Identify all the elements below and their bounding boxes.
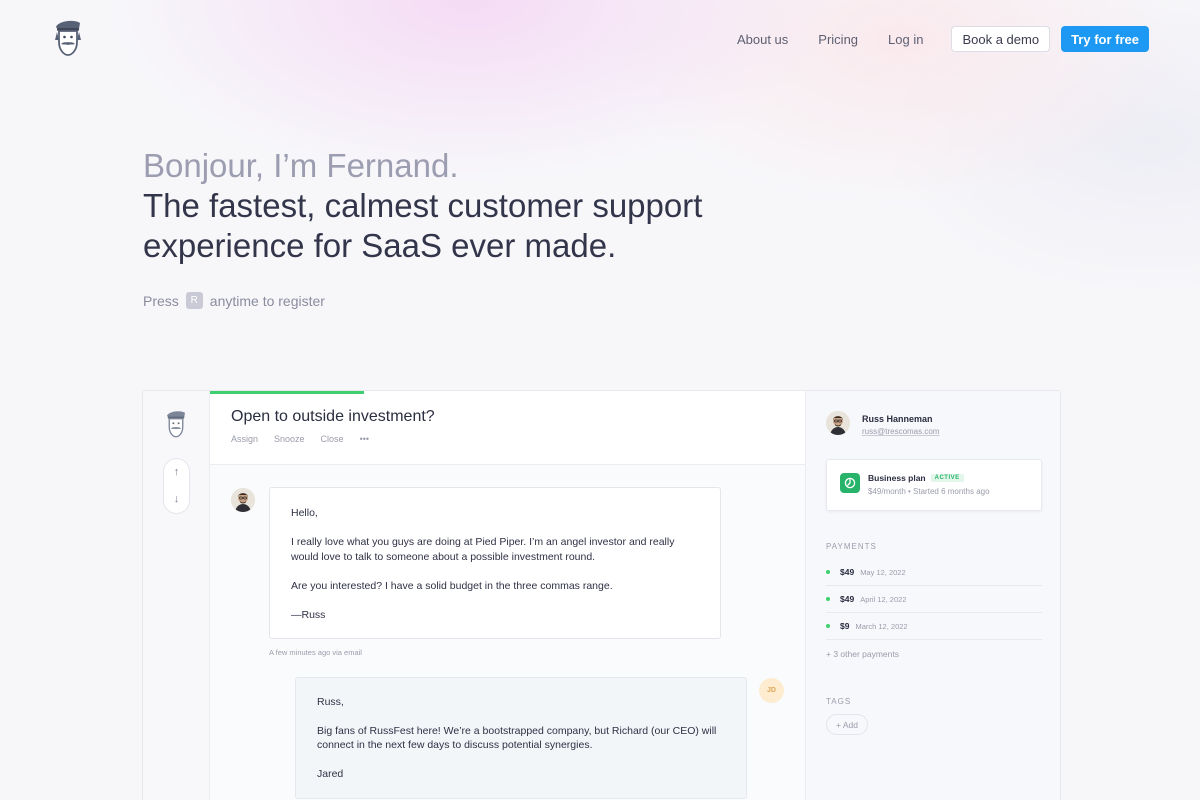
progress-bar xyxy=(210,391,364,394)
add-tag-button[interactable]: + Add xyxy=(826,714,868,735)
nav-pricing-link[interactable]: Pricing xyxy=(818,32,858,47)
agent-reply: Russ, Big fans of RussFest here! We’re a… xyxy=(295,677,747,799)
payment-date: May 12, 2022 xyxy=(860,567,906,577)
register-hint: Press R anytime to register xyxy=(143,292,843,309)
payment-row[interactable]: $49 May 12, 2022 xyxy=(826,559,1042,586)
hero-headline-line2: experience for SaaS ever made. xyxy=(143,227,617,264)
plan-icon xyxy=(840,473,860,493)
tags-label: TAGS xyxy=(826,697,852,706)
payment-amount: $49 xyxy=(840,594,855,604)
message-greeting: Hello, xyxy=(291,507,318,519)
nav-about-link[interactable]: About us xyxy=(737,32,788,47)
arrow-down-icon[interactable]: ↓ xyxy=(174,494,180,505)
customer-email[interactable]: russ@trescomas.com xyxy=(862,427,939,436)
payment-status-dot xyxy=(826,570,830,574)
message-meta: A few minutes ago via email xyxy=(269,648,362,657)
payment-status-dot xyxy=(826,624,830,628)
customer-message: Hello, I really love what you guys are d… xyxy=(269,487,721,639)
payment-row[interactable]: $9 March 12, 2022 xyxy=(826,613,1042,640)
customer-name: Russ Hanneman xyxy=(862,414,933,424)
app-preview: ↑ ↓ Open to outside investment? Assign S… xyxy=(142,390,1061,800)
snooze-action[interactable]: Snooze xyxy=(274,434,305,444)
try-free-button[interactable]: Try for free xyxy=(1061,26,1149,52)
app-rail: ↑ ↓ xyxy=(143,391,210,800)
conversation-panel: Open to outside investment? Assign Snooz… xyxy=(210,391,805,800)
reply-signoff: Jared xyxy=(317,767,344,780)
conversation-header: Open to outside investment? Assign Snooz… xyxy=(210,391,805,465)
conversation-title: Open to outside investment? xyxy=(231,408,435,425)
payment-amount: $9 xyxy=(840,621,850,631)
register-hint-prefix: Press xyxy=(143,292,179,309)
hero-greeting: Bonjour, I’m Fernand. xyxy=(143,147,459,184)
nav-login-link[interactable]: Log in xyxy=(888,32,923,47)
rail-logo-icon xyxy=(164,409,188,439)
plan-card[interactable]: Business plan ACTIVE $49/month • Started… xyxy=(826,459,1042,511)
hero: Bonjour, I’m Fernand. The fastest, calme… xyxy=(143,146,843,309)
assign-action[interactable]: Assign xyxy=(231,434,258,444)
plan-name-text: Business plan xyxy=(868,473,926,483)
hero-headline-line1: The fastest, calmest customer support xyxy=(143,187,703,224)
plan-details: $49/month • Started 6 months ago xyxy=(868,487,990,496)
payments-label: PAYMENTS xyxy=(826,542,877,551)
register-hint-suffix: anytime to register xyxy=(209,292,325,309)
payment-date: April 12, 2022 xyxy=(860,594,907,604)
conversation-actions: Assign Snooze Close ••• xyxy=(231,434,369,444)
status-badge: ACTIVE xyxy=(930,474,964,482)
payment-status-dot xyxy=(826,597,830,601)
close-action[interactable]: Close xyxy=(321,434,344,444)
more-payments-link[interactable]: + 3 other payments xyxy=(826,649,899,659)
avatar xyxy=(231,488,255,512)
customer-avatar xyxy=(826,411,850,435)
keyboard-key-badge: R xyxy=(185,292,203,309)
payment-row[interactable]: $49 April 12, 2022 xyxy=(826,586,1042,613)
message-signoff: —Russ xyxy=(291,608,326,621)
more-actions-icon[interactable]: ••• xyxy=(360,434,369,444)
conversation-nav: ↑ ↓ xyxy=(163,458,190,514)
payment-amount: $49 xyxy=(840,567,855,577)
reply-greeting: Russ, xyxy=(317,696,344,708)
fernand-logo-icon[interactable] xyxy=(52,18,84,58)
agent-avatar: JD xyxy=(759,678,784,703)
arrow-up-icon[interactable]: ↑ xyxy=(174,467,180,478)
message-body: I really love what you guys are doing at… xyxy=(291,536,675,563)
payment-date: March 12, 2022 xyxy=(855,621,908,631)
message-body: Are you interested? I have a solid budge… xyxy=(291,579,613,592)
customer-sidebar: Russ Hanneman russ@trescomas.com Busines… xyxy=(805,391,1060,800)
reply-body: Big fans of RussFest here! We’re a boots… xyxy=(317,724,717,752)
plan-name: Business plan ACTIVE xyxy=(868,473,964,483)
top-nav: About us Pricing Log in Book a demo Try … xyxy=(737,26,1149,52)
book-demo-button[interactable]: Book a demo xyxy=(951,26,1051,52)
